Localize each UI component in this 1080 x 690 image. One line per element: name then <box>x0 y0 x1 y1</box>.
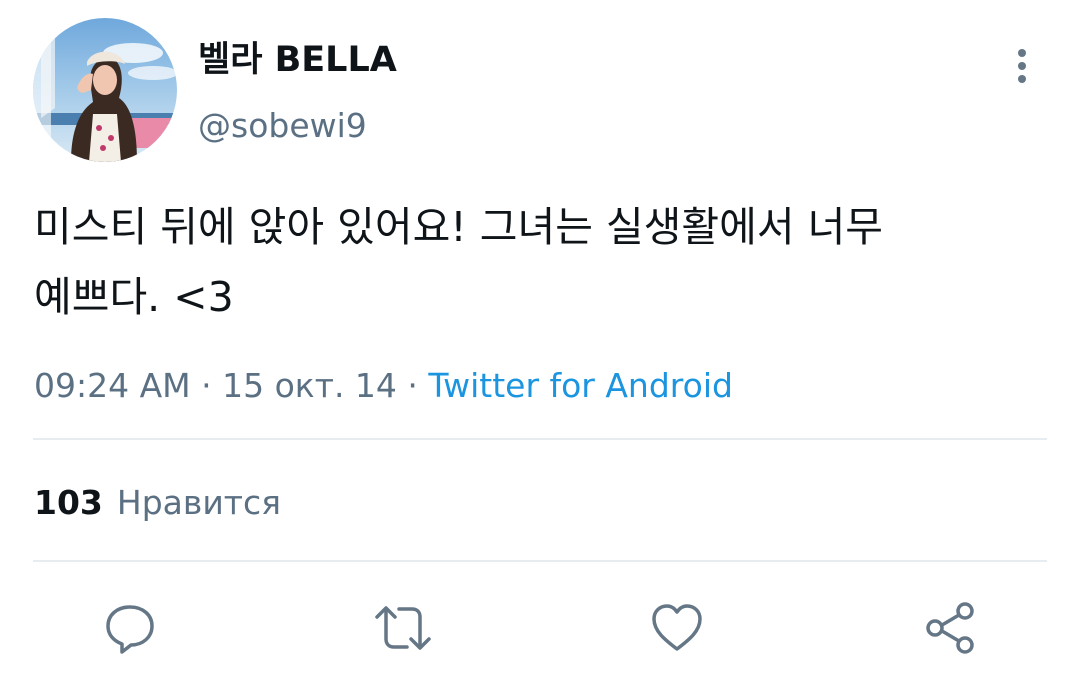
like-button[interactable] <box>647 598 707 658</box>
reply-button[interactable] <box>100 598 160 658</box>
heart-icon <box>652 604 702 651</box>
user-handle[interactable]: @sobewi9 <box>198 104 367 148</box>
share-nodes-icon <box>926 602 974 654</box>
likes-stat[interactable]: 103 Нравится <box>34 481 281 525</box>
more-options-button[interactable] <box>1000 44 1044 88</box>
tweet-text: 미스티 뒤에 앉아 있어요! 그녀는 실생활에서 너무 예쁘다. <3 <box>34 192 1044 332</box>
tweet-source-link[interactable]: Twitter for Android <box>428 366 733 405</box>
share-button[interactable] <box>920 598 980 658</box>
speech-bubble-icon <box>106 605 154 654</box>
tweet-text-line-1: 미스티 뒤에 앉아 있어요! 그녀는 실생활에서 너무 <box>34 203 884 251</box>
meta-separator: · <box>190 366 223 405</box>
more-vertical-icon <box>1018 49 1026 83</box>
tweet-date: 15 окт. 14 <box>222 366 397 405</box>
likes-count: 103 <box>34 483 103 522</box>
meta-separator: · <box>396 366 429 405</box>
display-name[interactable]: 벨라 BELLA <box>198 38 397 82</box>
tweet-metadata: 09:24 AM · 15 окт. 14 · Twitter for Andr… <box>34 364 733 408</box>
avatar[interactable] <box>33 18 177 162</box>
tweet-text-line-2: 예쁘다. <3 <box>34 273 234 321</box>
tweet-time: 09:24 AM <box>34 366 191 405</box>
avatar-photo <box>33 18 177 162</box>
likes-label: Нравится <box>116 483 281 522</box>
divider <box>33 560 1047 562</box>
retweet-button[interactable] <box>373 598 433 658</box>
retweet-arrows-icon <box>375 606 431 650</box>
divider <box>33 438 1047 440</box>
